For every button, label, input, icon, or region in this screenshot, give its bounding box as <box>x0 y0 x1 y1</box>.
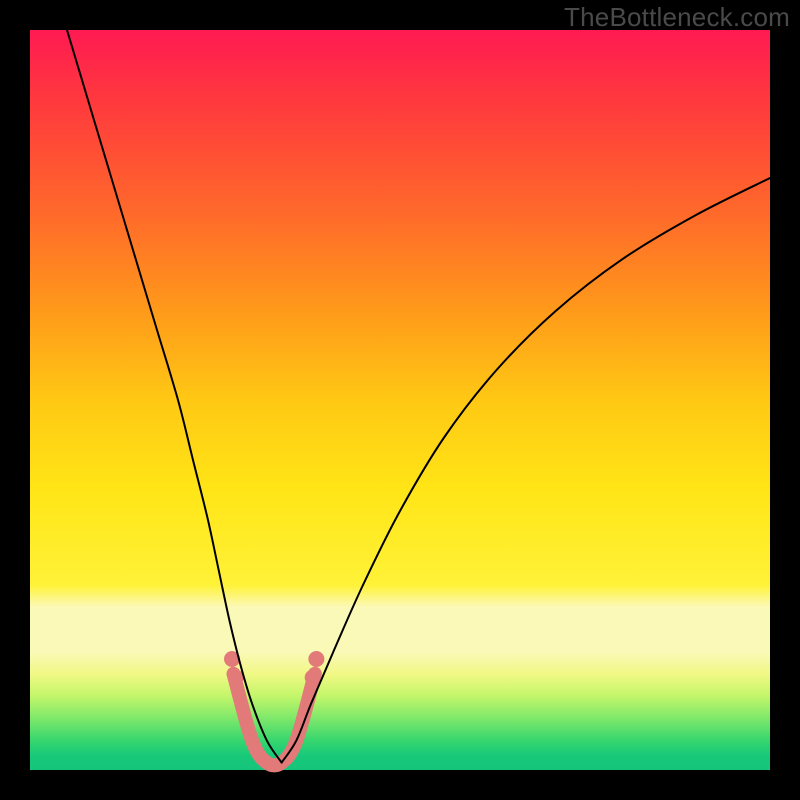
curve-left-branch <box>67 30 282 763</box>
valley-dot <box>224 651 240 667</box>
valley-highlight <box>234 674 315 766</box>
valley-dot <box>308 651 324 667</box>
chart-frame: TheBottleneck.com <box>0 0 800 800</box>
valley-dots <box>224 651 324 686</box>
curve-right-branch <box>282 178 770 763</box>
watermark-text: TheBottleneck.com <box>564 2 790 33</box>
plot-area <box>30 30 770 770</box>
valley-dot <box>228 670 244 686</box>
valley-dot <box>305 670 321 686</box>
chart-svg <box>30 30 770 770</box>
